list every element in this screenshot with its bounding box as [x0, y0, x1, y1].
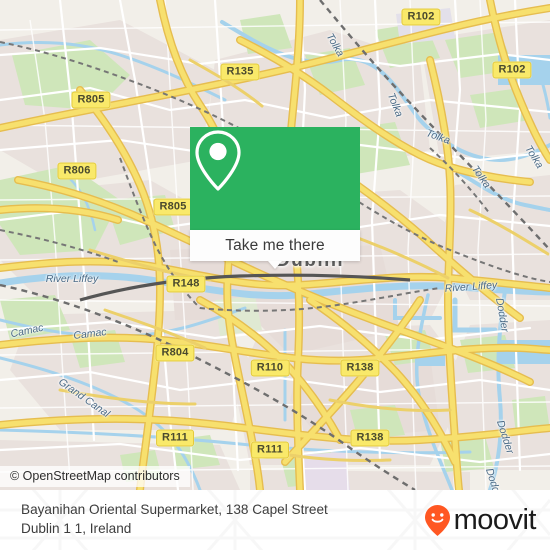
osm-attribution[interactable]: © OpenStreetMap contributors: [0, 466, 190, 487]
moovit-pin-icon: [424, 505, 450, 536]
location-callout[interactable]: Take me there: [190, 127, 360, 269]
callout-icon-panel: [190, 127, 360, 230]
moovit-wordmark: moovit: [453, 504, 537, 536]
address-line-2: Dublin 1 1, Ireland: [21, 520, 132, 536]
road-shield: R806: [57, 162, 97, 180]
road-shield: R138: [340, 359, 380, 377]
footer-address: Bayanihan Oriental Supermarket, 138 Cape…: [21, 501, 411, 538]
take-me-there-label: Take me there: [225, 236, 325, 254]
road-shield: R111: [251, 441, 289, 459]
road-shield: R111: [156, 429, 194, 447]
road-shield: R804: [155, 344, 195, 362]
road-shield: R138: [350, 429, 390, 447]
road-shield: R102: [401, 8, 441, 26]
take-me-there-button[interactable]: Take me there: [190, 230, 360, 269]
road-shield: R805: [153, 198, 193, 216]
road-shield: R805: [71, 91, 111, 109]
map-pin-icon: [195, 130, 241, 191]
road-shield: R110: [250, 359, 290, 377]
address-line-1: Bayanihan Oriental Supermarket, 138 Cape…: [21, 502, 328, 517]
road-shield: R102: [492, 61, 532, 79]
moovit-logo[interactable]: moovit: [424, 504, 537, 537]
road-shield: R148: [166, 275, 206, 293]
moovit-map-screenshot: Dublin Tolka Tolka Tolka Tolka Tolka Riv…: [0, 0, 550, 550]
map-canvas[interactable]: Dublin Tolka Tolka Tolka Tolka Tolka Riv…: [0, 0, 550, 490]
callout-pointer: [268, 261, 282, 269]
footer-bar: Bayanihan Oriental Supermarket, 138 Cape…: [0, 490, 550, 550]
road-shield: R135: [220, 63, 260, 81]
